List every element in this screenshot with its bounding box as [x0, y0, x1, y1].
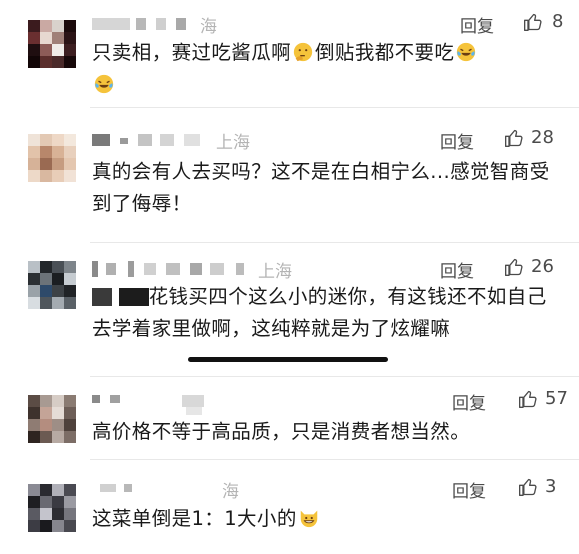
comment-item: 回复 57 高价格不等于高品质，只是消费者想当然。 [0, 377, 579, 460]
comment-item: 海 回复 3 这菜单倒是1：1大小的 [0, 460, 579, 554]
comment-text: 这菜单倒是1：1大小的 [92, 503, 562, 535]
comment-text: 高价格不等于高品质，只是消费者想当然。 [92, 420, 471, 443]
avatar[interactable] [28, 484, 76, 532]
reply-button[interactable]: 回复 [440, 128, 474, 153]
reply-button[interactable]: 回复 [452, 477, 486, 502]
reply-button[interactable]: 回复 [460, 12, 494, 37]
comment-text-part: 倒贴我都不要吃 [315, 41, 455, 64]
avatar[interactable] [28, 395, 76, 443]
avatar[interactable] [28, 261, 76, 309]
avatar[interactable] [28, 20, 76, 68]
like-count: 8 [552, 11, 564, 32]
location-label: 上海 [216, 133, 250, 153]
redacted-mention [92, 288, 112, 306]
reply-button[interactable]: 回复 [440, 257, 474, 282]
like-count: 26 [531, 256, 554, 277]
username-redacted[interactable] [92, 261, 262, 277]
like-count: 3 [545, 476, 557, 497]
thumbs-up-icon[interactable] [523, 12, 543, 32]
username-redacted[interactable] [92, 132, 212, 148]
grinning-cat-emoji [300, 510, 317, 528]
laughing-crying-emoji [94, 74, 114, 94]
reply-button[interactable]: 回复 [452, 389, 486, 414]
location-label: 上海 [258, 262, 292, 282]
comment-text-part: 这菜单倒是1：1大小的 [92, 507, 297, 530]
like-count: 28 [531, 127, 554, 148]
thumbs-up-icon[interactable] [504, 128, 524, 148]
scroll-indicator[interactable] [188, 357, 388, 362]
avatar[interactable] [28, 134, 76, 182]
comment-text: 花钱买四个这么小的迷你，有这钱还不如自己去学着家里做啊，这纯粹就是为了炫耀嘛 [92, 281, 562, 345]
location-label: 海 [200, 17, 217, 37]
comment-item: 上海 回复 28 真的会有人去买吗？这不是在白相宁么...感觉智商受到了侮辱！ [0, 108, 579, 243]
comment-text: 真的会有人去买吗？这不是在白相宁么...感觉智商受到了侮辱！ [92, 160, 550, 215]
thumbs-up-icon[interactable] [518, 477, 538, 497]
comment-text-part: 只卖相，赛过吃酱瓜啊 [92, 41, 292, 64]
comment-text-part: 花钱买四个这么小的迷你，有这钱还不如自己去学着家里做啊，这纯粹就是为了炫耀嘛 [92, 285, 547, 340]
laughing-crying-emoji [457, 42, 476, 62]
redacted-mention [118, 288, 149, 306]
like-count: 57 [545, 388, 568, 409]
location-label: 海 [222, 482, 239, 502]
thinking-emoji [293, 42, 313, 62]
username-redacted[interactable] [92, 482, 202, 498]
username-redacted[interactable] [92, 16, 202, 32]
username-redacted[interactable] [92, 393, 222, 415]
thumbs-up-icon[interactable] [518, 389, 538, 409]
comment-item: 海 回复 8 只卖相，赛过吃酱瓜啊 倒贴我都不要吃 [0, 0, 579, 108]
thumbs-up-icon[interactable] [504, 257, 524, 277]
comment-text: 只卖相，赛过吃酱瓜啊 倒贴我都不要吃 [92, 37, 562, 101]
